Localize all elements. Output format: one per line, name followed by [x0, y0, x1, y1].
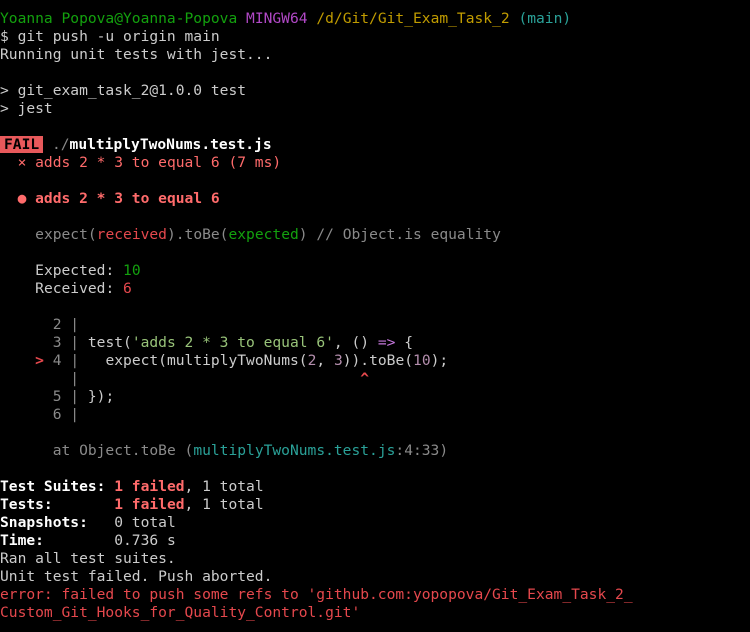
code-4-num2: 3	[333, 352, 343, 369]
tests-total: , 1 total	[184, 496, 264, 513]
command-line: $ git push -u origin main	[0, 28, 220, 45]
ran-all-line: Ran all test suites.	[0, 550, 176, 567]
error-marker: >	[35, 352, 44, 369]
snapshots-label: Snapshots:	[0, 514, 115, 531]
code-gutter-4: 4 |	[52, 352, 80, 369]
code-4-num3: 10	[413, 352, 431, 369]
failure-title-line: ● adds 2 * 3 to equal 6	[0, 190, 220, 208]
code-5-text: });	[87, 388, 115, 405]
code-line-4: > 4 | expect(multiplyTwoNums(2, 3)).toBe…	[0, 352, 448, 370]
shell-name: MINGW64	[246, 10, 308, 27]
expected-word: expected	[228, 226, 299, 243]
summary-suites: Test Suites: 1 failed, 1 total	[0, 478, 264, 496]
tests-failed: 1 failed	[114, 496, 185, 513]
received-value: 6	[123, 280, 132, 297]
npm-cmd-line: > jest	[0, 100, 53, 117]
push-error-line-1: error: failed to push some refs to 'gith…	[0, 586, 633, 603]
code-gutter-3: 3 |	[52, 334, 80, 351]
fail-badge: FAIL	[0, 136, 44, 153]
expected-label: Expected:	[35, 262, 124, 279]
received-label: Received:	[35, 280, 124, 297]
fail-header: FAIL ./multiplyTwoNums.test.js	[0, 136, 272, 154]
caret-line: | ^	[0, 370, 369, 388]
running-text: Running unit tests with jest...	[0, 46, 273, 63]
code-3-c: {	[395, 334, 413, 351]
expect-line: expect(received).toBe(expected) // Objec…	[0, 226, 501, 244]
expected-line: Expected: 10	[0, 262, 141, 280]
code-gutter-2: 2 |	[52, 316, 80, 333]
code-4-c: )).toBe(	[342, 352, 414, 369]
code-line-2: 2 |	[0, 316, 79, 334]
code-4-a: expect(multiplyTwoNums(	[105, 352, 308, 369]
code-line-5: 5 | });	[0, 388, 115, 406]
time-value: 0.736 s	[114, 532, 176, 549]
suites-failed: 1 failed	[114, 478, 185, 495]
summary-time: Time: 0.736 s	[0, 532, 176, 550]
expect-text-b: ).toBe(	[166, 226, 229, 243]
expect-text-c: ) // Object.is equality	[298, 226, 501, 243]
suites-label: Test Suites:	[0, 478, 115, 495]
stack-file: multiplyTwoNums.test.js	[193, 442, 396, 459]
failed-case: × adds 2 * 3 to equal 6 (7 ms)	[17, 154, 282, 171]
failed-case-line: × adds 2 * 3 to equal 6 (7 ms)	[0, 154, 282, 172]
tests-label: Tests:	[0, 496, 115, 513]
terminal-window[interactable]: Yoanna Popova@Yoanna-Popova MINGW64 /d/G…	[0, 0, 750, 632]
cwd-path: /d/Git/Git_Exam_Task_2	[316, 10, 510, 27]
time-label: Time:	[0, 532, 115, 549]
code-line-6: 6 |	[0, 406, 79, 424]
hook-message: Unit test failed. Push aborted.	[0, 568, 273, 585]
test-file-dir: ./	[51, 136, 70, 153]
error-caret: ^	[360, 370, 370, 387]
code-gutter-5: 5 |	[52, 388, 80, 405]
summary-tests: Tests: 1 failed, 1 total	[0, 496, 264, 514]
caret-gutter: |	[70, 370, 80, 387]
git-branch: (main)	[518, 10, 572, 27]
code-4-d: );	[430, 352, 449, 369]
push-error-line-2: Custom_Git_Hooks_for_Quality_Control.git…	[0, 604, 361, 621]
code-3-string: 'adds 2 * 3 to equal 6'	[131, 334, 334, 351]
summary-snapshots: Snapshots: 0 total	[0, 514, 176, 532]
prompt-line: Yoanna Popova@Yoanna-Popova MINGW64 /d/G…	[0, 10, 571, 28]
code-3-arrow: =>	[377, 334, 396, 351]
received-line: Received: 6	[0, 280, 132, 298]
test-file-name: multiplyTwoNums.test.js	[69, 136, 272, 153]
stack-at: at Object.toBe (	[52, 442, 194, 459]
user-host: Yoanna Popova@Yoanna-Popova	[0, 10, 238, 27]
suites-total: , 1 total	[184, 478, 264, 495]
npm-script-line: > git_exam_task_2@1.0.0 test	[0, 82, 247, 99]
failure-title: ● adds 2 * 3 to equal 6	[17, 190, 220, 207]
received-word: received	[96, 226, 167, 243]
stack-pos: :4:33)	[395, 442, 449, 459]
code-3-b: , ()	[333, 334, 378, 351]
stack-trace-line: at Object.toBe (multiplyTwoNums.test.js:…	[0, 442, 448, 460]
expect-text-a: expect(	[35, 226, 97, 243]
code-line-3: 3 | test('adds 2 * 3 to equal 6', () => …	[0, 334, 413, 352]
expected-value: 10	[123, 262, 141, 279]
code-gutter-6: 6 |	[52, 406, 80, 423]
code-3-a: test(	[87, 334, 132, 351]
code-4-b: ,	[316, 352, 334, 369]
snapshots-value: 0 total	[114, 514, 176, 531]
